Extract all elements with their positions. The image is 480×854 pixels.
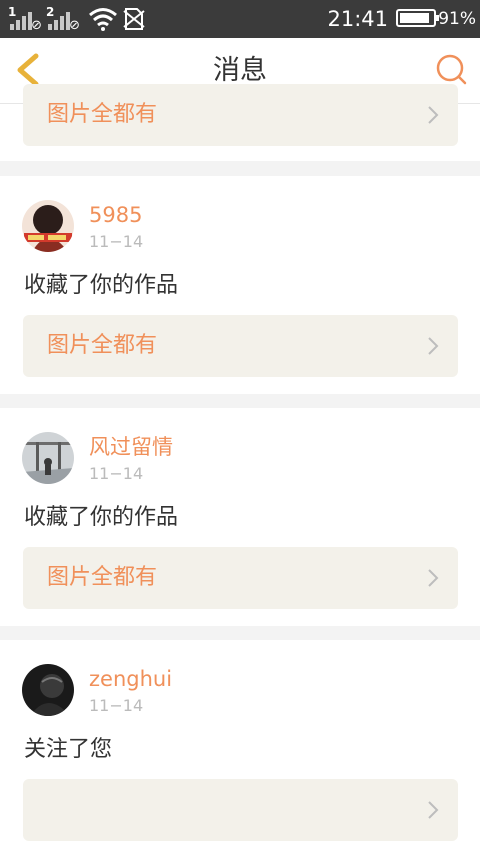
no-sim-icon [123,8,145,30]
notification-action: 关注了您 [24,737,113,762]
avatar[interactable] [22,664,74,716]
work-title: 图片全都有 [47,333,158,358]
notification-date: 11−14 [89,464,144,483]
notification-date: 11−14 [89,232,144,251]
chevron-right-icon [428,337,439,355]
signal-sim1-icon: 1 ⊘ [8,6,42,32]
work-link[interactable] [23,779,458,841]
wifi-icon [89,8,117,31]
notification-card: 风过留情 11−14 收藏了你的作品 图片全都有 [0,408,480,626]
avatar[interactable] [22,432,74,484]
work-link[interactable]: 图片全都有 [23,315,458,377]
chevron-right-icon [428,801,439,819]
work-title: 图片全都有 [47,565,158,590]
battery-percentage: 91% [438,9,476,29]
clock: 21:41 [327,7,388,31]
notification-action: 收藏了你的作品 [24,505,179,530]
work-link[interactable]: 图片全都有 [23,547,458,609]
work-title: 图片全都有 [47,102,158,127]
username[interactable]: zenghui [89,666,172,692]
no-signal-icon: ⊘ [31,18,42,33]
search-icon[interactable] [434,52,468,86]
battery-icon [396,9,439,27]
status-bar: 1 ⊘ 2 ⊘ 21:41 91% [0,0,480,38]
chevron-right-icon [428,569,439,587]
notification-card: 5985 11−14 收藏了你的作品 图片全都有 [0,176,480,394]
avatar[interactable] [22,200,74,252]
work-link[interactable]: 图片全都有 [23,84,458,146]
username[interactable]: 5985 [89,202,142,228]
chevron-right-icon [428,106,439,124]
no-signal-icon: ⊘ [69,18,80,33]
notification-date: 11−14 [89,696,144,715]
sim2-label: 2 [46,5,55,19]
notification-card: zenghui 11−14 关注了您 [0,640,480,854]
notification-action: 收藏了你的作品 [24,273,179,298]
notification-card: 图片全都有 [0,84,480,161]
sim1-label: 1 [8,5,17,19]
signal-sim2-icon: 2 ⊘ [46,6,80,32]
username[interactable]: 风过留情 [89,434,173,460]
